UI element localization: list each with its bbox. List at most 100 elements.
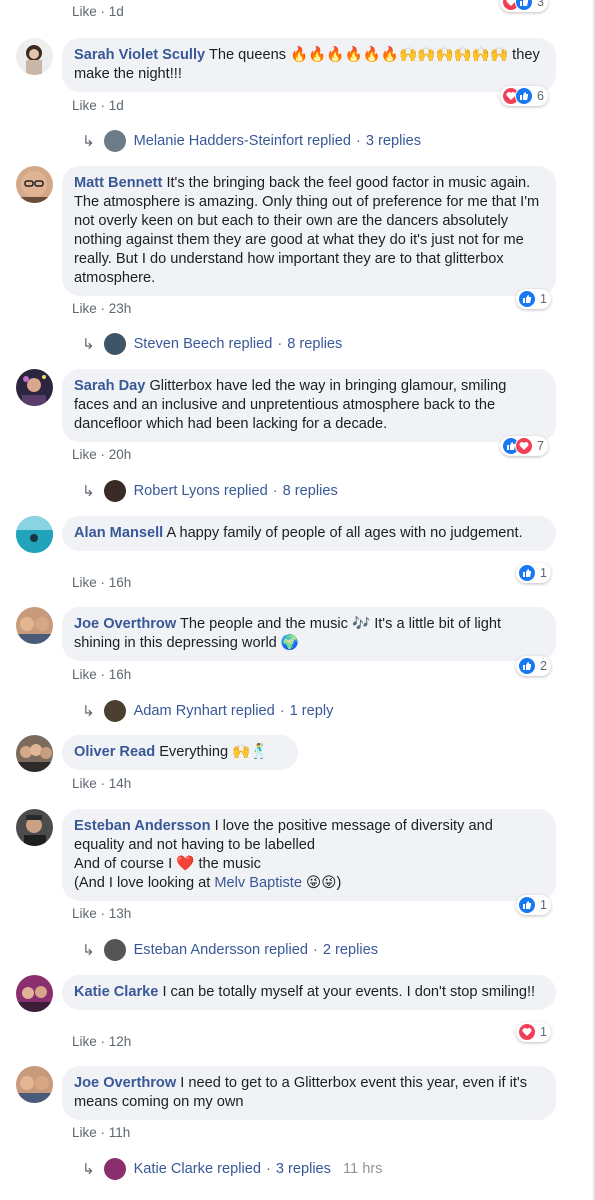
reply-author[interactable]: Katie Clarke replied (134, 1161, 261, 1177)
separator: · (279, 703, 285, 719)
reply-author[interactable]: Melanie Hadders-Steinfort replied (134, 133, 351, 149)
comment-meta: Like · 14h (72, 776, 132, 791)
like-link[interactable]: Like (72, 1125, 97, 1140)
comment-time: 13h (108, 906, 132, 921)
separator: · (277, 336, 283, 352)
comment-text: I can be totally myself at your events. … (162, 984, 536, 1000)
like-link[interactable]: Like (72, 447, 97, 462)
avatar[interactable] (16, 809, 53, 846)
reply-time: 11 hrs (342, 1161, 383, 1177)
comment-time: 11h (108, 1125, 131, 1140)
comment-author[interactable]: Oliver Read (74, 744, 155, 760)
comment-text: Everything 🙌🕺 (159, 744, 269, 760)
like-link[interactable]: Like (72, 98, 97, 113)
reactions-badge[interactable]: 7 (500, 436, 548, 456)
like-link[interactable]: Like (72, 1034, 97, 1049)
reply-count[interactable]: 8 replies (287, 336, 342, 352)
comment-author[interactable]: Esteban Andersson (74, 818, 211, 834)
reply-summary[interactable]: ↳ Esteban Andersson replied · 2 replies (82, 939, 378, 961)
avatar[interactable] (16, 735, 53, 772)
reply-count[interactable]: 3 replies (366, 133, 421, 149)
reactions-badge[interactable]: 1 (516, 289, 551, 309)
comment-text: And of course I (74, 856, 173, 872)
reactions-count: 1 (540, 566, 547, 580)
comment-text: (And I love looking at (74, 875, 211, 891)
reply-summary[interactable]: ↳ Adam Rynhart replied · 1 reply (82, 700, 333, 722)
comment-meta: Like · 16h (72, 667, 132, 682)
avatar[interactable] (16, 975, 53, 1012)
love-reaction-icon (515, 437, 533, 455)
like-link[interactable]: Like (72, 301, 97, 316)
reply-author[interactable]: Esteban Andersson replied (134, 942, 308, 958)
avatar[interactable] (16, 607, 53, 644)
comment-author[interactable]: Alan Mansell (74, 525, 163, 541)
reply-summary[interactable]: ↳ Steven Beech replied · 8 replies (82, 333, 342, 355)
like-link[interactable]: Like (72, 667, 97, 682)
comment-bubble: Esteban Andersson I love the positive me… (62, 809, 556, 901)
comment-text: the music (198, 856, 261, 872)
comment-author[interactable]: Matt Bennett (74, 175, 162, 191)
reply-arrow-icon: ↳ (82, 483, 95, 500)
comment-bubble: Oliver Read Everything 🙌🕺 (62, 735, 298, 770)
reply-count[interactable]: 3 replies (276, 1161, 331, 1177)
reply-count[interactable]: 8 replies (283, 483, 338, 499)
reactions-count: 7 (537, 439, 544, 453)
reactions-badge[interactable]: 2 (516, 656, 551, 676)
comment-text: It's the bringing back the feel good fac… (74, 175, 540, 286)
comment-author[interactable]: Katie Clarke (74, 984, 158, 1000)
reply-author[interactable]: Robert Lyons replied (134, 483, 268, 499)
avatar[interactable] (16, 166, 53, 203)
like-link[interactable]: Like (72, 906, 97, 921)
reactions-badge[interactable]: 6 (500, 86, 548, 106)
avatar[interactable] (16, 1066, 53, 1103)
comment-author[interactable]: Joe Overthrow (74, 616, 176, 632)
comment-time: 14h (108, 776, 132, 791)
reactions-badge[interactable]: 3 (500, 0, 548, 12)
comment-text: 😜😜) (306, 875, 342, 891)
comment-author[interactable]: Sarah Day (74, 378, 145, 394)
heart-emoji: ❤️ (176, 856, 195, 872)
love-reaction-icon (518, 1023, 536, 1041)
comment-time: 20h (108, 447, 132, 462)
avatar[interactable] (16, 38, 53, 75)
comment-time: 1d (108, 98, 124, 113)
like-reaction-icon (518, 896, 536, 914)
reply-summary[interactable]: ↳ Robert Lyons replied · 8 replies (82, 480, 338, 502)
comment-time: 1d (108, 4, 124, 19)
comment-text: A happy family of people of all ages wit… (166, 525, 523, 541)
comment-bubble: Joe Overthrow I need to get to a Glitter… (62, 1066, 556, 1120)
like-link[interactable]: Like (72, 4, 97, 19)
comment-author[interactable]: Joe Overthrow (74, 1075, 176, 1091)
reply-summary[interactable]: ↳ Melanie Hadders-Steinfort replied · 3 re… (82, 130, 421, 152)
comment-author[interactable]: Sarah Violet Scully (74, 47, 205, 63)
comment-bubble: Katie Clarke I can be totally myself at … (62, 975, 556, 1010)
reply-author[interactable]: Adam Rynhart replied (134, 703, 275, 719)
reactions-badge[interactable]: 1 (516, 895, 551, 915)
comment-meta: Like · 1d (72, 98, 124, 113)
mention-link[interactable]: Melv Baptiste (214, 875, 302, 891)
like-reaction-icon (515, 87, 533, 105)
reply-author[interactable]: Steven Beech replied (134, 336, 273, 352)
separator: · (355, 133, 361, 149)
reply-count[interactable]: 1 reply (290, 703, 334, 719)
like-reaction-icon (518, 290, 536, 308)
reply-count[interactable]: 2 replies (323, 942, 378, 958)
separator: · (272, 483, 278, 499)
reply-summary[interactable]: ↳ Katie Clarke replied · 3 replies 11 hrs (82, 1158, 382, 1180)
like-link[interactable]: Like (72, 776, 97, 791)
reply-arrow-icon: ↳ (82, 942, 95, 959)
avatar (103, 1158, 126, 1180)
comment-bubble: Sarah Violet Scully The queens 🔥🔥🔥🔥🔥🔥🙌🙌🙌… (62, 38, 556, 92)
like-reaction-icon (518, 657, 536, 675)
reactions-badge[interactable]: 1 (516, 563, 551, 583)
reactions-badge[interactable]: 1 (516, 1022, 551, 1042)
reply-arrow-icon: ↳ (82, 1161, 95, 1178)
like-link[interactable]: Like (72, 575, 97, 590)
avatar[interactable] (16, 369, 53, 406)
comment-meta: Like · 13h (72, 906, 132, 921)
comment-bubble: Matt Bennett It's the bringing back the … (62, 166, 556, 296)
reactions-count: 1 (540, 292, 547, 306)
comment-meta: Like · 11h (72, 1125, 131, 1140)
comment-meta: Like · 23h (72, 301, 132, 316)
avatar[interactable] (16, 516, 53, 553)
